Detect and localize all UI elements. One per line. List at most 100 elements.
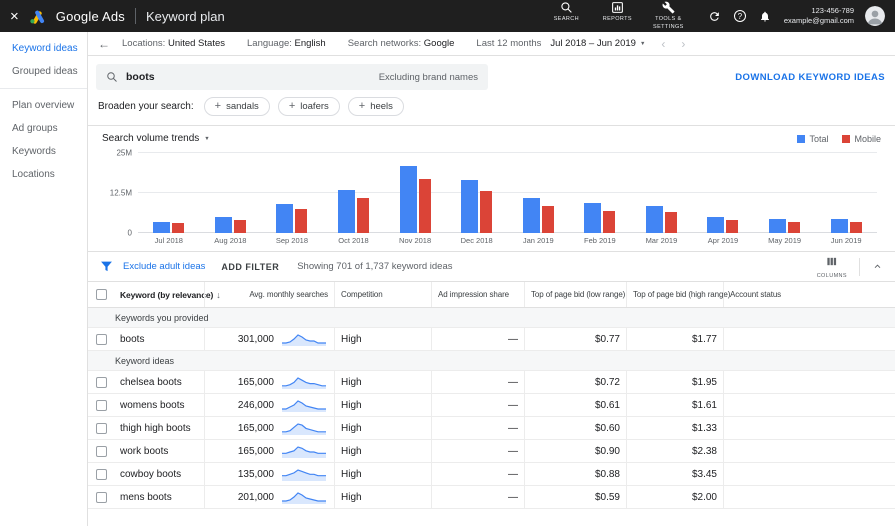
brand-name: Google Ads bbox=[55, 8, 125, 24]
row-checkbox[interactable] bbox=[95, 399, 107, 411]
columns-button[interactable]: COLUMNS bbox=[817, 254, 847, 279]
checkbox-cell bbox=[88, 440, 114, 462]
bid-low-cell: $0.77 bbox=[524, 328, 626, 350]
sidebar-item-keyword-ideas[interactable]: Keyword ideas bbox=[0, 37, 87, 60]
brand-exclusion-note: Excluding brand names bbox=[378, 71, 478, 83]
row-checkbox[interactable] bbox=[95, 491, 107, 503]
download-keyword-ideas-button[interactable]: DOWNLOAD KEYWORD IDEAS bbox=[735, 72, 885, 83]
chevron-down-icon: ▼ bbox=[639, 40, 646, 47]
add-filter-button[interactable]: ADD FILTER bbox=[221, 262, 279, 272]
ad-impression-share-cell: — bbox=[431, 328, 524, 350]
toolbar-setting-locations[interactable]: Locations: United States bbox=[122, 38, 225, 49]
avg-searches-cell: 165,000 bbox=[204, 417, 334, 439]
competition-cell: High bbox=[334, 463, 431, 485]
columns-label: COLUMNS bbox=[816, 273, 847, 279]
avg-searches-value: 246,000 bbox=[237, 399, 274, 411]
plus-icon: + bbox=[358, 100, 366, 112]
bid-low-cell: $0.60 bbox=[524, 417, 626, 439]
topnav-tools[interactable]: TOOLS & SETTINGS bbox=[645, 1, 692, 31]
row-checkbox[interactable] bbox=[95, 422, 107, 434]
collapse-chevron-up-icon[interactable] bbox=[872, 261, 883, 272]
col-header-bid-high[interactable]: Top of page bid (high range) bbox=[626, 282, 730, 307]
help-icon[interactable]: ? bbox=[733, 10, 746, 22]
chart-legend: Total Mobile bbox=[797, 134, 881, 144]
filter-bar-right: COLUMNS bbox=[817, 254, 883, 279]
next-range-icon[interactable]: › bbox=[681, 37, 685, 51]
bar-total bbox=[338, 189, 356, 233]
sparkline bbox=[282, 468, 326, 481]
x-axis-label: Apr 2019 bbox=[707, 236, 739, 245]
sidebar-item-grouped-ideas[interactable]: Grouped ideas bbox=[0, 60, 87, 83]
date-range-picker[interactable]: Last 12 months Jul 2018 – Jun 2019 ▼ bbox=[476, 38, 645, 49]
bar-mobile bbox=[357, 197, 370, 233]
broaden-chip-sandals[interactable]: + sandals bbox=[203, 97, 270, 116]
range-value: Jul 2018 – Jun 2019 bbox=[550, 38, 636, 49]
select-all-checkbox[interactable] bbox=[95, 289, 107, 300]
checkbox-cell bbox=[88, 486, 114, 508]
row-checkbox[interactable] bbox=[95, 333, 107, 345]
back-arrow-icon[interactable]: ← bbox=[98, 37, 110, 51]
bar-total bbox=[645, 205, 663, 233]
competition-cell: High bbox=[334, 486, 431, 508]
search-query: boots bbox=[126, 71, 155, 83]
avg-searches-cell: 201,000 bbox=[204, 486, 334, 508]
x-axis-label: Sep 2018 bbox=[275, 236, 308, 245]
y-axis-tick: 12.5M bbox=[109, 188, 132, 198]
close-icon[interactable]: × bbox=[10, 9, 19, 24]
toolbar-setting-search-networks[interactable]: Search networks: Google bbox=[348, 38, 455, 49]
table-row-thigh-high-boots: thigh high boots 165,000 High — $0.60 $1.33 bbox=[88, 417, 895, 440]
chart-bars bbox=[138, 153, 877, 233]
keyword-cell: work boots bbox=[120, 445, 169, 457]
row-checkbox[interactable] bbox=[95, 445, 107, 457]
account-status-cell bbox=[723, 394, 895, 416]
row-checkbox[interactable] bbox=[95, 376, 107, 388]
bar-group-mar-2019 bbox=[631, 153, 693, 233]
sidebar-item-plan-overview[interactable]: Plan overview bbox=[0, 94, 87, 117]
refresh-icon[interactable] bbox=[707, 8, 723, 24]
avg-searches-cell: 165,000 bbox=[204, 440, 334, 462]
sidebar-item-keywords[interactable]: Keywords bbox=[0, 140, 87, 163]
broaden-chip-heels[interactable]: + heels bbox=[347, 97, 404, 116]
row-checkbox[interactable] bbox=[95, 468, 107, 480]
ad-impression-share-cell: — bbox=[431, 486, 524, 508]
toolbar-setting-language[interactable]: Language: English bbox=[247, 38, 326, 49]
col-header-bid-low[interactable]: Top of page bid (low range) bbox=[524, 282, 626, 307]
avg-searches-cell: 246,000 bbox=[204, 394, 334, 416]
table-row-mens-boots: mens boots 201,000 High — $0.59 $2.00 bbox=[88, 486, 895, 509]
divider bbox=[859, 257, 860, 276]
avatar[interactable] bbox=[865, 6, 885, 26]
bar-total bbox=[830, 218, 848, 233]
col-header-competition[interactable]: Competition bbox=[334, 282, 431, 307]
topnav-search[interactable]: SEARCH bbox=[543, 1, 590, 23]
ad-impression-share-cell: — bbox=[431, 440, 524, 462]
bar-group-oct-2018 bbox=[323, 153, 385, 233]
checkbox-cell bbox=[88, 417, 114, 439]
x-axis-label: Dec 2018 bbox=[460, 236, 493, 245]
col-header-keyword[interactable]: Keyword (by relevance) ↓ bbox=[114, 282, 221, 307]
exclude-adult-ideas-filter[interactable]: Exclude adult ideas bbox=[123, 261, 205, 272]
topnav-reports[interactable]: REPORTS bbox=[594, 1, 641, 23]
broaden-chip-loafers[interactable]: + loafers bbox=[277, 97, 340, 116]
col-header-avg-monthly-searches[interactable]: Avg. monthly searches bbox=[204, 282, 334, 307]
avg-searches-cell: 165,000 bbox=[204, 371, 334, 393]
legend-label: Mobile bbox=[854, 133, 881, 144]
x-axis-label: Nov 2018 bbox=[399, 236, 432, 245]
col-header-ad-impression-share[interactable]: Ad impression share bbox=[431, 282, 524, 307]
avg-searches-cell: 301,000 bbox=[204, 328, 334, 350]
account-info[interactable]: 123-456-789 example@gmail.com bbox=[784, 6, 854, 26]
avg-searches-cell: 135,000 bbox=[204, 463, 334, 485]
sidebar-item-ad-groups[interactable]: Ad groups bbox=[0, 117, 87, 140]
bar-group-jul-2018 bbox=[138, 153, 200, 233]
bid-high-cell: $1.33 bbox=[626, 417, 723, 439]
sidebar: Keyword ideas Grouped ideas Plan overview A… bbox=[0, 32, 88, 526]
prev-range-icon[interactable]: ‹ bbox=[661, 37, 665, 51]
keyword-search-box[interactable]: boots Excluding brand names bbox=[96, 64, 488, 90]
setting-value: Google bbox=[423, 38, 455, 49]
sidebar-group-1: Keyword ideas Grouped ideas bbox=[0, 32, 87, 88]
sidebar-item-locations[interactable]: Locations bbox=[0, 163, 87, 186]
col-header-account-status[interactable]: Account status bbox=[723, 282, 895, 307]
toolbar-segments: Locations: United States Language: Englis… bbox=[122, 38, 476, 49]
notifications-bell-icon[interactable] bbox=[757, 8, 773, 24]
chart-title-dropdown[interactable]: Search volume trends ▼ bbox=[102, 133, 210, 144]
competition-cell: High bbox=[334, 371, 431, 393]
